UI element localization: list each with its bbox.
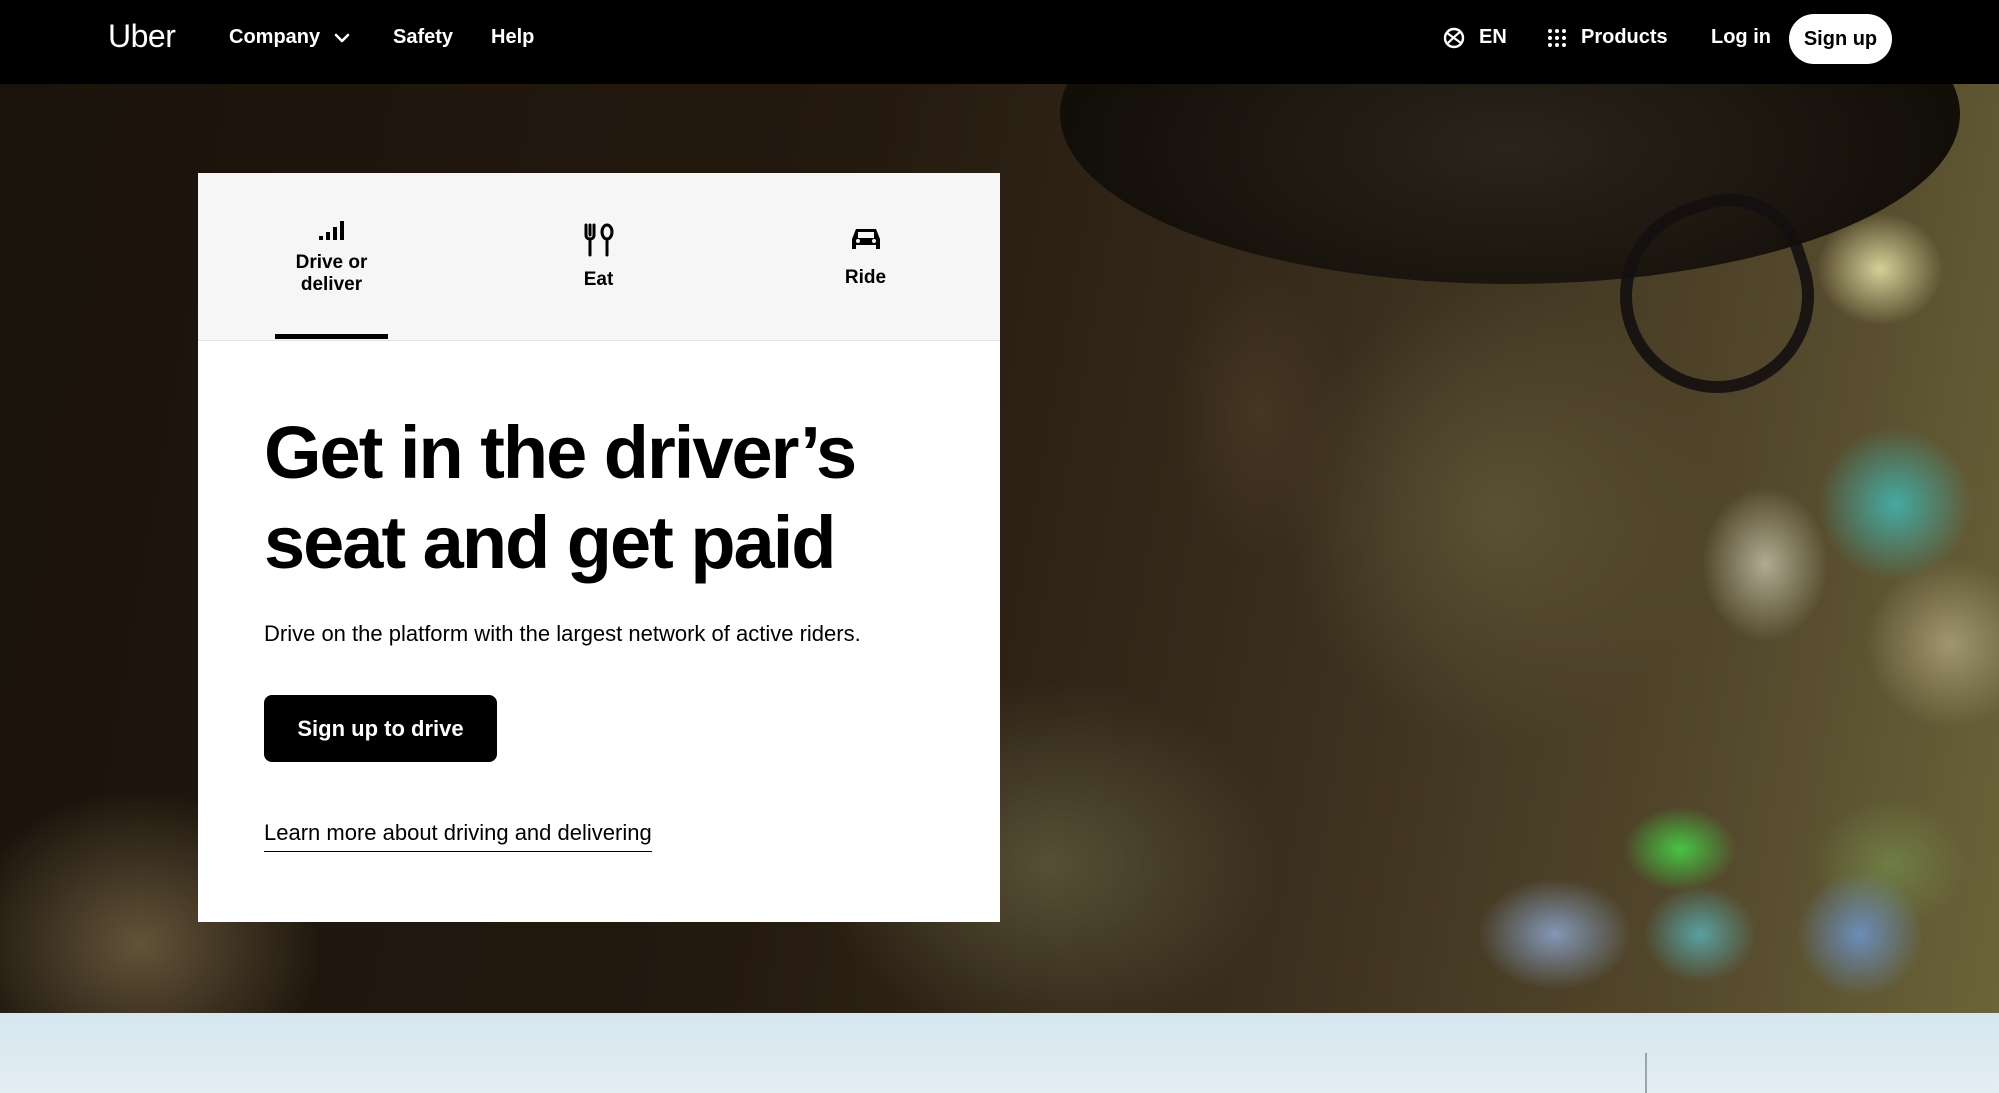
fork-knife-icon <box>584 223 613 256</box>
products-label: Products <box>1581 26 1668 48</box>
company-menu[interactable]: Company <box>229 26 350 49</box>
signup-button[interactable]: Sign up <box>1789 14 1892 64</box>
active-tab-indicator <box>275 334 388 339</box>
tab-label: Eat <box>583 268 614 290</box>
hero-photo-cap-shape <box>1060 84 1960 284</box>
products-menu[interactable]: Products <box>1547 26 1668 49</box>
next-section-preview <box>0 1013 1999 1093</box>
language-label: EN <box>1479 26 1507 48</box>
car-icon <box>851 228 880 249</box>
tab-label: Drive or deliver <box>295 251 368 295</box>
login-link[interactable]: Log in <box>1711 26 1771 49</box>
language-selector[interactable]: EN <box>1443 26 1507 49</box>
sign-up-to-drive-button[interactable]: Sign up to drive <box>264 695 497 762</box>
hero-subcopy: Drive on the platform with the largest n… <box>264 621 861 646</box>
learn-more-link[interactable]: Learn more about driving and delivering <box>264 820 652 852</box>
grid-dots-icon <box>1548 28 1566 47</box>
tab-ride[interactable]: Ride <box>732 173 999 340</box>
tab-eat[interactable]: Eat <box>465 173 732 340</box>
uber-logo[interactable]: Uber <box>108 18 176 55</box>
product-tabs: Drive or deliver Eat Ride <box>198 173 1000 341</box>
hero-headline: Get in the driver’s seat and get paid <box>264 411 857 584</box>
company-label: Company <box>229 26 321 48</box>
hero-card: Drive or deliver Eat Ride Get in the dri… <box>198 173 1000 922</box>
help-link[interactable]: Help <box>491 26 534 49</box>
safety-link[interactable]: Safety <box>393 26 453 49</box>
decorative-line <box>1645 1053 1647 1093</box>
tab-drive-or-deliver[interactable]: Drive or deliver <box>198 173 465 340</box>
chevron-down-icon <box>334 33 350 42</box>
globe-icon <box>1443 27 1465 48</box>
tab-label: Ride <box>844 266 887 288</box>
bar-signal-icon <box>318 220 344 240</box>
top-navigation: Uber Company Safety Help EN Products Log… <box>0 0 1999 84</box>
